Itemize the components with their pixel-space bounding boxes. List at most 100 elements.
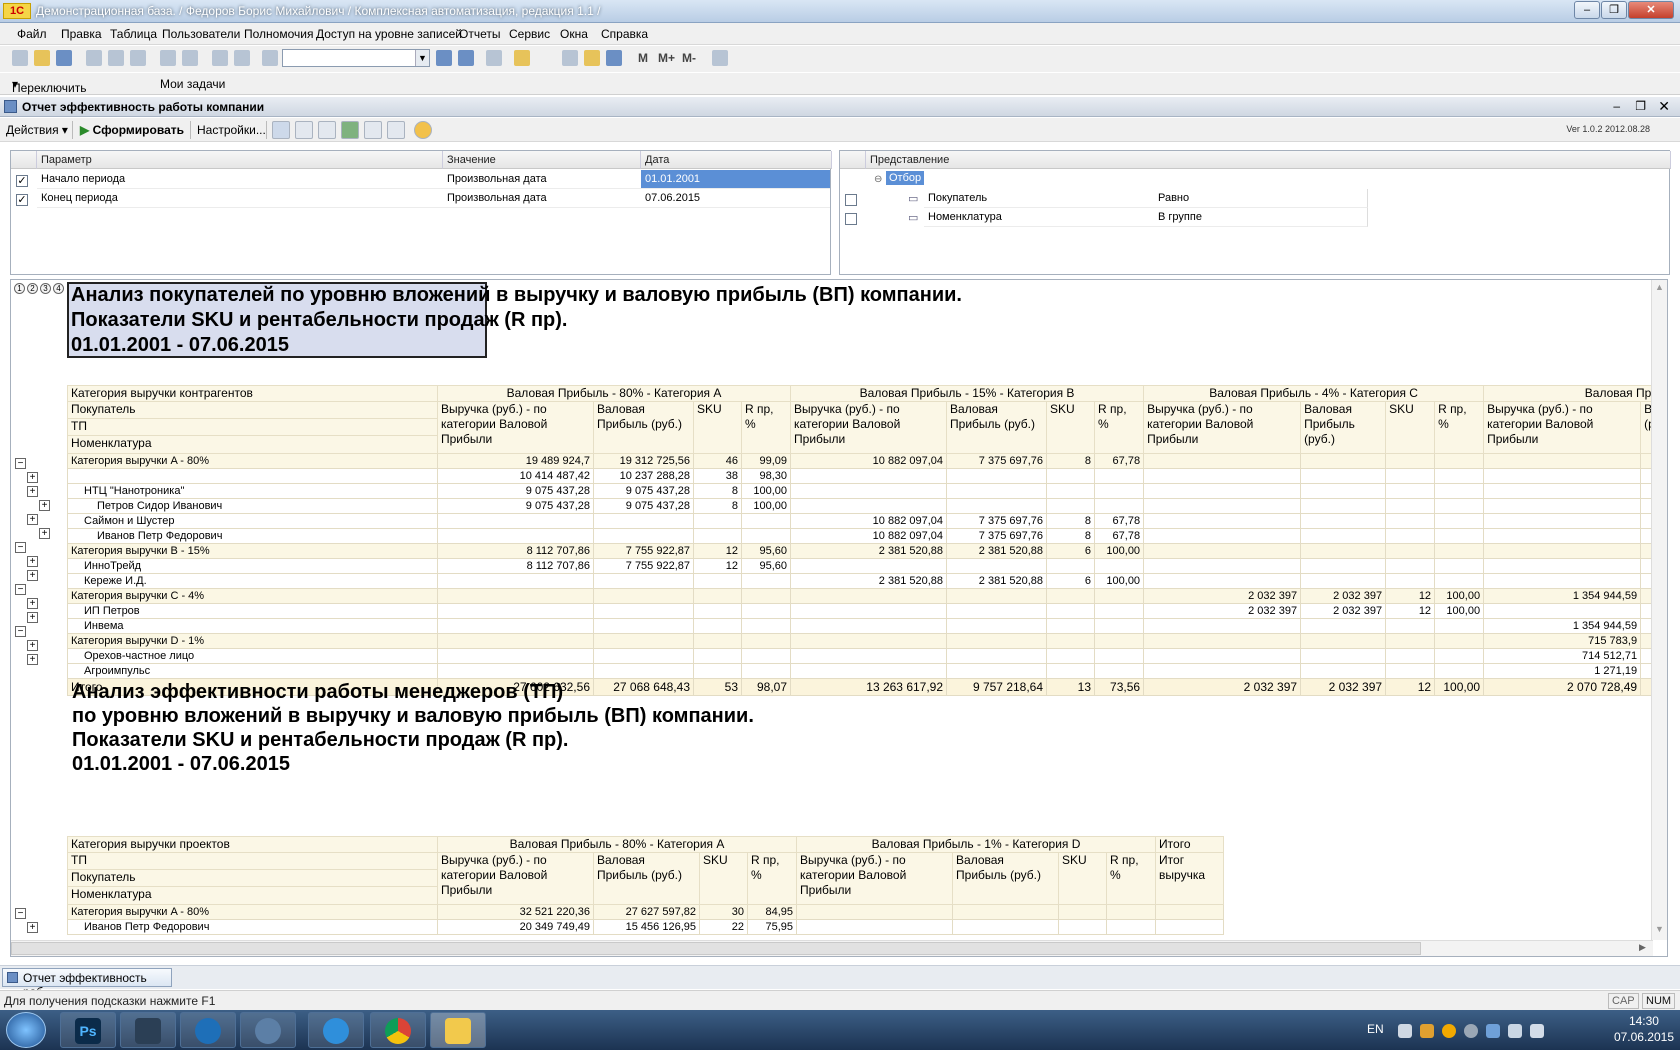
cell-value[interactable] xyxy=(796,919,954,935)
total-value[interactable]: 13 xyxy=(1046,678,1096,696)
taskbar-printer[interactable] xyxy=(120,1012,176,1048)
collapse-icon[interactable]: − xyxy=(15,908,26,919)
cell-value[interactable]: 67,78 xyxy=(1094,513,1145,529)
copy-icon[interactable] xyxy=(108,50,124,66)
cell-value[interactable] xyxy=(593,633,694,649)
cell-value[interactable] xyxy=(437,663,594,679)
cell-value[interactable] xyxy=(790,603,948,619)
cell-value[interactable] xyxy=(593,648,694,664)
table-row[interactable]: 10 414 487,42 10 237 288,28 38 98,30 xyxy=(67,468,1667,484)
expand-icon[interactable]: + xyxy=(39,500,50,511)
cell-value[interactable] xyxy=(1300,453,1387,469)
collapse-icon[interactable]: − xyxy=(15,584,26,595)
level-3-button[interactable]: 3 xyxy=(40,283,51,294)
cell-value[interactable]: 10 882 097,04 xyxy=(790,528,948,544)
restore-button[interactable]: ❐ xyxy=(1601,1,1627,19)
print-icon[interactable] xyxy=(160,50,176,66)
cell-value[interactable]: 8 xyxy=(693,483,742,499)
menu-edit[interactable]: Правка xyxy=(61,27,102,41)
close-button[interactable]: ✕ xyxy=(1628,1,1674,19)
cell-value[interactable] xyxy=(1385,498,1436,514)
menu-windows[interactable]: Окна xyxy=(560,27,588,41)
expand-icon[interactable]: + xyxy=(27,654,38,665)
table-row[interactable]: НТЦ "Нанотроника" 9 075 437,28 9 075 437,2… xyxy=(67,483,1667,499)
collapse-icon[interactable]: − xyxy=(15,458,26,469)
cell-value[interactable]: 1 354 944,59 xyxy=(1483,588,1642,604)
cell-value[interactable] xyxy=(693,513,742,529)
cell-value[interactable] xyxy=(437,603,594,619)
windows-icon[interactable] xyxy=(486,50,502,66)
vertical-scrollbar[interactable]: ▲ ▼ xyxy=(1651,280,1667,940)
cell-value[interactable] xyxy=(437,618,594,634)
cell-value[interactable] xyxy=(1300,513,1387,529)
my-tasks-button[interactable]: Мои задачи xyxy=(160,77,225,91)
cell-value[interactable] xyxy=(593,513,694,529)
tray-app-icon[interactable] xyxy=(1420,1024,1434,1038)
param-checkbox[interactable]: ✓ xyxy=(16,175,28,187)
taskbar-media-player[interactable] xyxy=(180,1012,236,1048)
cell-value[interactable]: 100,00 xyxy=(1094,543,1145,559)
report-document[interactable]: 1 2 3 4 Анализ покупателей по уровню вло… xyxy=(10,279,1668,957)
search-prev-icon[interactable] xyxy=(458,50,474,66)
scroll-thumb[interactable] xyxy=(11,942,1421,955)
cell-value[interactable] xyxy=(790,483,948,499)
cell-value[interactable] xyxy=(1046,468,1096,484)
find-icon[interactable] xyxy=(262,50,278,66)
cell-value[interactable] xyxy=(1106,919,1157,935)
menu-rights[interactable]: Полномочия xyxy=(244,27,313,41)
cell-value[interactable] xyxy=(1300,633,1387,649)
table-row[interactable]: Кереже И.Д. 2 381 520,88 2 381 520,88 6 100,… xyxy=(67,573,1667,589)
cell-value[interactable]: 67,78 xyxy=(1094,528,1145,544)
cell-value[interactable] xyxy=(790,648,948,664)
cell-value[interactable] xyxy=(1300,663,1387,679)
expand-icon[interactable]: + xyxy=(27,612,38,623)
paste-icon[interactable] xyxy=(130,50,146,66)
horizontal-scrollbar[interactable]: ▶ xyxy=(11,940,1653,956)
collapse-icon[interactable]: − xyxy=(15,626,26,637)
cell-value[interactable] xyxy=(946,588,1048,604)
cell-value[interactable]: 20 349 749,49 xyxy=(437,919,594,935)
level-1-button[interactable]: 1 xyxy=(14,283,25,294)
taskbar-messenger[interactable] xyxy=(240,1012,296,1048)
cell-value[interactable]: 6 xyxy=(1046,573,1096,589)
cell-value[interactable] xyxy=(1143,618,1302,634)
cell-value[interactable] xyxy=(790,498,948,514)
cell-value[interactable] xyxy=(740,528,792,544)
cell-value[interactable]: 19 489 924,7 xyxy=(437,453,594,469)
tree-toggle-icon[interactable] xyxy=(272,121,290,139)
cell-value[interactable] xyxy=(1434,543,1485,559)
cell-value[interactable]: 2 032 397 xyxy=(1300,603,1387,619)
cell-value[interactable] xyxy=(790,633,948,649)
users-icon[interactable] xyxy=(606,50,622,66)
cell-value[interactable]: 2 381 520,88 xyxy=(946,543,1048,559)
collapse-icon[interactable]: ⊖ xyxy=(874,174,882,185)
cell-value[interactable] xyxy=(1385,663,1436,679)
param-date-field[interactable]: 07.06.2015 xyxy=(641,189,830,208)
view-condition[interactable]: Равно xyxy=(1154,189,1368,208)
cell-value[interactable] xyxy=(1434,573,1485,589)
cell-value[interactable] xyxy=(1058,904,1108,920)
cell-value[interactable]: 100,00 xyxy=(1434,588,1485,604)
cell-value[interactable] xyxy=(593,603,694,619)
tools-icon[interactable] xyxy=(712,50,728,66)
cell-value[interactable] xyxy=(1300,573,1387,589)
category-row[interactable]: Категория выручки C - 4% 2 032 397 2 032 3… xyxy=(67,588,1667,604)
cell-value[interactable] xyxy=(693,633,742,649)
table-row[interactable]: ИнноТрейд 8 112 707,86 7 755 922,87 12 95,60 xyxy=(67,558,1667,574)
open-folder-icon[interactable] xyxy=(34,50,50,66)
cell-value[interactable]: 2 381 520,88 xyxy=(946,573,1048,589)
level-2-button[interactable]: 2 xyxy=(27,283,38,294)
notification-icon[interactable] xyxy=(1398,1024,1412,1038)
cell-value[interactable]: 10 882 097,04 xyxy=(790,513,948,529)
filter-group-label[interactable]: Отбор xyxy=(886,171,925,185)
cell-value[interactable] xyxy=(1155,904,1225,920)
cell-value[interactable] xyxy=(1094,633,1145,649)
cell-value[interactable] xyxy=(946,558,1048,574)
menu-service[interactable]: Сервис xyxy=(509,27,550,41)
menu-table[interactable]: Таблица xyxy=(110,27,157,41)
cell-value[interactable] xyxy=(1434,528,1485,544)
table-row[interactable]: Инвема 1 354 944,59 xyxy=(67,618,1667,634)
cell-value[interactable]: 84,95 xyxy=(746,904,798,920)
cell-value[interactable] xyxy=(1094,648,1145,664)
cell-value[interactable] xyxy=(790,618,948,634)
